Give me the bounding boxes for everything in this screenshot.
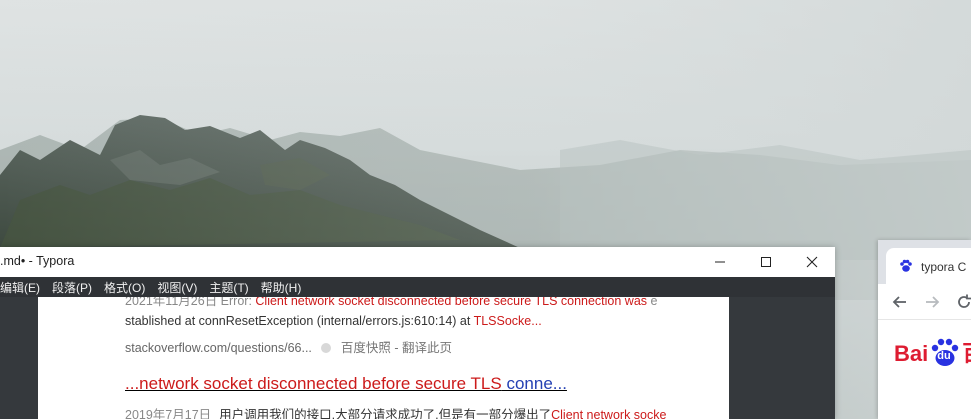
menu-view[interactable]: 视图(V) — [157, 279, 197, 296]
search-result-snippet-clipped: 2021年11月26日 Error: Client network socket… — [125, 297, 657, 309]
menu-paragraph[interactable]: 段落(P) — [52, 279, 92, 296]
back-arrow-icon[interactable] — [890, 292, 910, 312]
snapshot-link[interactable]: 百度快照 — [341, 341, 391, 355]
tab-title: typora C — [921, 260, 967, 274]
baidu-logo-left: Bai — [894, 341, 929, 366]
snippet-suffix: e — [647, 297, 658, 308]
forward-arrow-icon[interactable] — [922, 292, 942, 312]
search-result-snippet: 2019年7月17日 用户调用我们的接口,大部分请求成功了,但是有一部分爆出了Cl… — [125, 404, 666, 419]
close-button[interactable] — [789, 247, 835, 277]
typora-window: .md• - Typora 编辑(E) 段落(P) 格式(O) 视图(V) 主题… — [0, 247, 835, 419]
result-url[interactable]: stackoverflow.com/questions/66... — [125, 341, 312, 355]
menu-bar: 编辑(E) 段落(P) 格式(O) 视图(V) 主题(T) 帮助(H) — [0, 277, 835, 297]
close-icon — [806, 256, 818, 268]
snippet-date: 2019年7月17日 — [125, 408, 212, 419]
translate-link[interactable]: - 翻译此页 — [391, 341, 452, 355]
title-rest: conne... — [501, 374, 567, 393]
maximize-icon — [761, 257, 771, 267]
menu-theme[interactable]: 主题(T) — [209, 279, 248, 296]
reload-icon[interactable] — [954, 292, 971, 312]
snippet-text: 用户调用我们的接口,大部分请求成功了,但是有一部分爆出了 — [219, 408, 552, 419]
snippet-highlight: TLSSocke... — [473, 314, 542, 328]
menu-help[interactable]: 帮助(H) — [261, 279, 302, 296]
baidu-logo[interactable]: Bai du 百 — [894, 336, 971, 368]
menu-edit[interactable]: 编辑(E) — [0, 279, 40, 296]
browser-window: typora C Bai du 百 — [878, 240, 971, 419]
snippet-highlight: Client network socke — [551, 408, 667, 419]
dropdown-circle-icon[interactable] — [321, 343, 332, 353]
title-bar[interactable]: .md• - Typora — [0, 247, 835, 277]
baidu-paw-logo-icon: du — [929, 337, 961, 367]
document-page[interactable]: 2021年11月26日 Error: Client network socket… — [38, 297, 729, 419]
snippet-date-prefix: 2021年11月26日 Error: — [125, 297, 256, 308]
search-result-title-link[interactable]: ...network socket disconnected before se… — [125, 374, 567, 394]
search-result-snippet: stablished at connResetException (intern… — [125, 314, 542, 328]
window-title: .md• - Typora — [0, 254, 75, 268]
maximize-button[interactable] — [743, 247, 789, 277]
tab-strip: typora C — [878, 240, 971, 284]
menu-format[interactable]: 格式(O) — [104, 279, 145, 296]
editor-area: 2021年11月26日 Error: Client network socket… — [0, 297, 835, 419]
snippet-highlight: Client network socket disconnected befor… — [255, 297, 648, 308]
snippet-text: stablished at connResetException (intern… — [125, 314, 474, 328]
browser-tab[interactable]: typora C — [886, 248, 971, 284]
baidu-paw-icon — [900, 259, 912, 272]
minimize-icon — [715, 261, 725, 263]
baidu-paw-text: du — [937, 350, 951, 362]
search-result-meta: stackoverflow.com/questions/66... 百度快照 -… — [125, 337, 452, 356]
browser-toolbar — [878, 284, 971, 320]
title-highlight: ...network socket disconnected before se… — [125, 374, 502, 393]
minimize-button[interactable] — [697, 247, 743, 277]
baidu-logo-right: 百 — [962, 341, 971, 366]
